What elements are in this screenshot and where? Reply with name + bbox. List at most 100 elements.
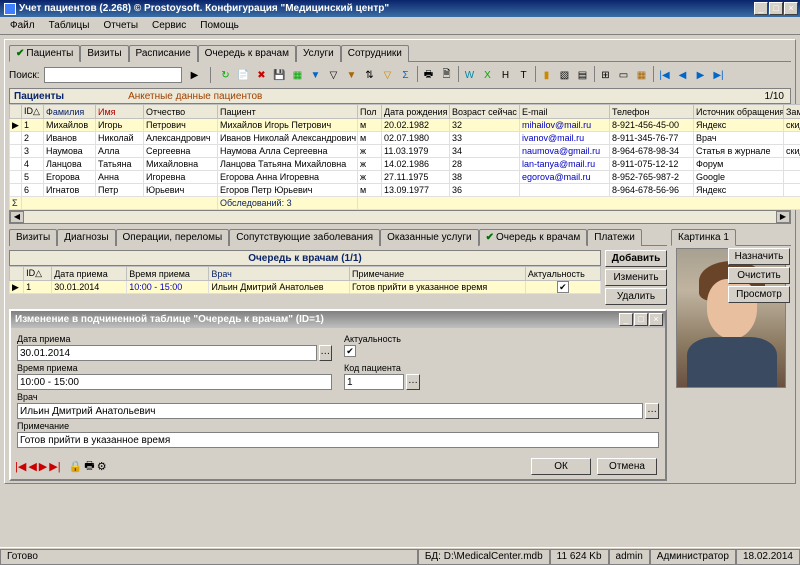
- queue-actual-check: ✔: [557, 281, 569, 293]
- toolbar-icons: ↻ 📄 ✖ 💾 ▦ ▼ ▽ ▼ ⇅ ▽ Σ 🖶 🗎 W X H T ▮ ▧ ▤ …: [217, 66, 728, 84]
- minimize-button[interactable]: _: [754, 2, 768, 15]
- window-titlebar: Учет пациентов (2.268) © Prostoysoft. Ко…: [0, 0, 800, 17]
- status-ready: Готово: [0, 549, 418, 565]
- tab-schedule[interactable]: Расписание: [129, 45, 198, 62]
- patients-grid[interactable]: ID△ ФамилияИмя ОтчествоПациентПол Дата р…: [9, 104, 800, 210]
- nav-print-icon[interactable]: 🖶: [84, 457, 94, 476]
- chart-icon[interactable]: ▮: [538, 66, 556, 84]
- actual-checkbox[interactable]: ✔: [344, 345, 356, 357]
- tab-staff[interactable]: Сотрудники: [341, 45, 409, 62]
- sum-indicator: Σ: [10, 197, 22, 210]
- tab-patients[interactable]: ✔Пациенты: [9, 45, 80, 62]
- chart3-icon[interactable]: ▤: [574, 66, 592, 84]
- status-size: 11 624 Kb: [550, 549, 609, 565]
- cancel-button[interactable]: Отмена: [597, 458, 657, 475]
- nav-lock-icon[interactable]: 🔒: [69, 460, 83, 473]
- menu-reports[interactable]: Отчеты: [97, 19, 144, 32]
- view-button[interactable]: Просмотр: [728, 286, 790, 303]
- refresh-icon[interactable]: ↻: [217, 66, 235, 84]
- dtab-payments[interactable]: Платежи: [587, 229, 642, 246]
- filter-icon[interactable]: ▼: [307, 66, 325, 84]
- subform-close[interactable]: ×: [649, 313, 663, 326]
- dtab-concomitant[interactable]: Сопутствующие заболевания: [229, 229, 380, 246]
- table-row[interactable]: 3НаумоваАллаСергеевнаНаумова Алла Сергее…: [10, 145, 800, 158]
- prev-icon[interactable]: ◀: [674, 66, 692, 84]
- filter-clear-icon[interactable]: ▽: [379, 66, 397, 84]
- ok-button[interactable]: ОК: [531, 458, 591, 475]
- edit-button[interactable]: Изменить: [605, 269, 667, 286]
- table-row[interactable]: 5ЕгороваАннаИгоревнаЕгорова Анна Игоревн…: [10, 171, 800, 184]
- save-icon[interactable]: 💾: [271, 66, 289, 84]
- nav-first-icon[interactable]: |◀: [15, 460, 26, 473]
- code-field[interactable]: [344, 374, 404, 390]
- nav-gear-icon[interactable]: ⚙: [97, 460, 107, 473]
- app-icon: [4, 3, 16, 15]
- queue-grid[interactable]: ID△Дата приема Время приемаВрачПримечани…: [9, 266, 601, 294]
- subform-max[interactable]: □: [634, 313, 648, 326]
- menu-service[interactable]: Сервис: [146, 19, 192, 32]
- next-icon[interactable]: ▶: [692, 66, 710, 84]
- queue-row[interactable]: ▶130.01.2014 10:00 - 15:00Ильин Дмитрий …: [10, 281, 601, 294]
- time-field[interactable]: [17, 374, 332, 390]
- tab-queue[interactable]: Очередь к врачам: [198, 45, 296, 62]
- table-row[interactable]: 6ИгнатовПетрЮрьевичЕгоров Петр Юрьевичм1…: [10, 184, 800, 197]
- dtab-diagnoses[interactable]: Диагнозы: [57, 229, 115, 246]
- assign-button[interactable]: Назначить: [728, 248, 790, 265]
- note-field[interactable]: [17, 432, 659, 448]
- status-db: БД: D:\MedicalCenter.mdb: [418, 549, 550, 565]
- patients-hscroll[interactable]: ◀▶: [9, 210, 791, 224]
- export-excel-icon[interactable]: ▦: [289, 66, 307, 84]
- subform-title: Изменение в подчиненной таблице "Очередь…: [15, 314, 324, 325]
- tab-services[interactable]: Услуги: [296, 45, 341, 62]
- search-go-icon[interactable]: ▶: [186, 66, 204, 84]
- filter2-icon[interactable]: ▽: [325, 66, 343, 84]
- patients-grid-header: Пациенты Анкетные данные пациентов 1/10: [9, 88, 791, 104]
- form-icon[interactable]: ▭: [615, 66, 633, 84]
- total-icon[interactable]: Σ: [397, 66, 415, 84]
- sort-icon[interactable]: ⇅: [361, 66, 379, 84]
- doctor-lookup-icon[interactable]: …: [645, 403, 659, 419]
- chart2-icon[interactable]: ▧: [556, 66, 574, 84]
- preview-icon[interactable]: 🗎: [438, 66, 456, 84]
- nav-next-icon[interactable]: ▶: [39, 460, 47, 473]
- first-icon[interactable]: |◀: [656, 66, 674, 84]
- maximize-button[interactable]: □: [769, 2, 783, 15]
- subform-min[interactable]: _: [619, 313, 633, 326]
- filter3-icon[interactable]: ▼: [343, 66, 361, 84]
- delete-icon[interactable]: ✖: [253, 66, 271, 84]
- del-button[interactable]: Удалить: [605, 288, 667, 305]
- date-field[interactable]: [17, 345, 317, 361]
- table-row[interactable]: 2ИвановНиколайАлександровичИванов Никола…: [10, 132, 800, 145]
- close-button[interactable]: ×: [784, 2, 798, 15]
- cards-icon[interactable]: ▦: [633, 66, 651, 84]
- nav-last-icon[interactable]: ▶|: [49, 460, 60, 473]
- doctor-field[interactable]: [17, 403, 643, 419]
- tree-icon[interactable]: ⊞: [597, 66, 615, 84]
- txt-icon[interactable]: T: [515, 66, 533, 84]
- detail-tabs: Визиты Диагнозы Операции, переломы Сопут…: [9, 228, 667, 246]
- date-picker-icon[interactable]: …: [319, 345, 332, 361]
- html-icon[interactable]: H: [497, 66, 515, 84]
- last-icon[interactable]: ▶|: [710, 66, 728, 84]
- word-icon[interactable]: W: [461, 66, 479, 84]
- pic-tab[interactable]: Картинка 1: [671, 229, 736, 246]
- menu-file[interactable]: Файл: [4, 19, 41, 32]
- dtab-visits[interactable]: Визиты: [9, 229, 57, 246]
- dtab-queue[interactable]: ✔Очередь к врачам: [479, 229, 588, 246]
- table-row[interactable]: 4ЛанцоваТатьянаМихайловнаЛанцова Татьяна…: [10, 158, 800, 171]
- menu-tables[interactable]: Таблицы: [43, 19, 96, 32]
- clear-button[interactable]: Очистить: [728, 267, 790, 284]
- nav-prev-icon[interactable]: ◀: [28, 460, 36, 473]
- copy-icon[interactable]: 📄: [235, 66, 253, 84]
- dtab-services[interactable]: Оказанные услуги: [380, 229, 479, 246]
- menu-help[interactable]: Помощь: [194, 19, 245, 32]
- add-button[interactable]: Добавить: [605, 250, 667, 267]
- dtab-ops[interactable]: Операции, переломы: [116, 229, 230, 246]
- print-icon[interactable]: 🖶: [420, 66, 438, 84]
- code-lookup-icon[interactable]: …: [406, 374, 420, 390]
- main-tabs: ✔Пациенты Визиты Расписание Очередь к вр…: [9, 44, 791, 62]
- tab-visits[interactable]: Визиты: [80, 45, 128, 62]
- search-input[interactable]: [44, 67, 182, 83]
- excel-icon[interactable]: X: [479, 66, 497, 84]
- table-row[interactable]: ▶1МихайловИгорьПетровичМихайлов Игорь Пе…: [10, 119, 800, 132]
